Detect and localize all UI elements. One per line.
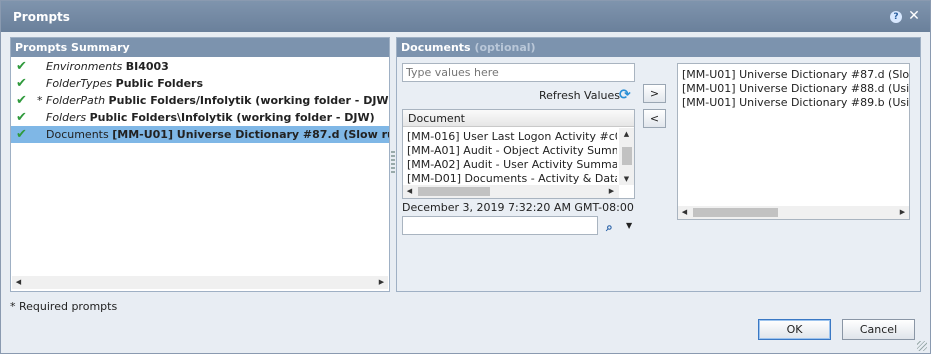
scroll-up-arrow-icon[interactable]: ▲ xyxy=(619,128,634,140)
list-item[interactable]: [MM-A01] Audit - Object Activity Summary xyxy=(407,144,617,158)
scroll-right-arrow-icon[interactable]: ▶ xyxy=(375,276,388,289)
binoculars-icon[interactable]: ⌕ xyxy=(606,220,613,235)
documents-panel: Documents (optional) Refresh Values ⟳ Do… xyxy=(396,37,921,292)
cancel-button[interactable]: Cancel xyxy=(842,319,915,340)
summary-row-label: Documents xyxy=(46,128,109,141)
dialog-title: Prompts xyxy=(13,10,70,24)
summary-row-value: Public Folders xyxy=(115,77,204,90)
refresh-values-button[interactable]: Refresh Values ⟳ xyxy=(539,87,637,104)
check-icon: ✔ xyxy=(16,110,27,125)
summary-row-label: FolderPath xyxy=(46,94,106,107)
summary-row-foldertypes[interactable]: ✔ FolderTypes Public Folders xyxy=(11,75,389,92)
scroll-right-arrow-icon[interactable]: ▶ xyxy=(605,185,618,198)
documents-title: Documents xyxy=(401,41,471,54)
list-item[interactable]: [MM-A02] Audit - User Activity Summary # xyxy=(407,158,617,172)
selected-horizontal-scrollbar[interactable]: ◀ ▶ xyxy=(678,206,909,219)
add-selection-button[interactable]: > xyxy=(643,84,666,103)
summary-row-documents[interactable]: ✔ Documents [MM-U01] Universe Dictionary… xyxy=(11,126,389,143)
scroll-left-arrow-icon[interactable]: ◀ xyxy=(12,276,25,289)
remove-selection-button[interactable]: < xyxy=(643,109,666,128)
summary-row-value: [MM-U01] Universe Dictionary #87.d (Slow… xyxy=(112,128,389,141)
refresh-icon: ⟳ xyxy=(619,87,631,103)
document-column-header: Document xyxy=(403,110,634,127)
required-mark: * xyxy=(37,94,43,107)
scroll-thumb[interactable] xyxy=(418,187,490,196)
summary-horizontal-scrollbar[interactable]: ◀ ▶ xyxy=(12,276,388,289)
summary-row-label: Environments xyxy=(46,60,123,73)
resize-grip[interactable] xyxy=(917,341,927,351)
list-item[interactable]: [MM-U01] Universe Dictionary #87.d (Slow… xyxy=(682,68,909,82)
prompts-dialog: Prompts ? ✕ Prompts Summary ✔ Environmen… xyxy=(0,0,931,354)
summary-row-value: BI4003 xyxy=(125,60,169,73)
required-prompts-note: * Required prompts xyxy=(10,300,118,313)
summary-row-value: Public Folders/Infolytik (working folder… xyxy=(108,94,389,107)
scroll-left-arrow-icon[interactable]: ◀ xyxy=(403,185,416,198)
check-icon: ✔ xyxy=(16,76,27,91)
list-item[interactable]: [MM-D01] Documents - Activity & Datasour xyxy=(407,172,617,186)
available-documents-list[interactable]: Document [MM-016] User Last Logon Activi… xyxy=(402,109,635,199)
search-options-dropdown-icon[interactable]: ▼ xyxy=(626,221,632,230)
help-icon[interactable]: ? xyxy=(890,11,902,23)
list-item[interactable]: [MM-016] User Last Logon Activity #c02 xyxy=(407,130,617,144)
scroll-down-arrow-icon[interactable]: ▼ xyxy=(619,173,634,185)
prompts-summary-panel: Prompts Summary ✔ Environments BI4003 ✔ … xyxy=(10,37,390,292)
scroll-right-arrow-icon[interactable]: ▶ xyxy=(896,206,909,219)
list-item[interactable]: [MM-U01] Universe Dictionary #89.b (Usin… xyxy=(682,96,909,110)
summary-row-value: Public Folders\Infolytik (working folder… xyxy=(89,111,375,124)
panel-splitter[interactable] xyxy=(391,151,395,173)
check-icon: ✔ xyxy=(16,59,27,74)
ok-button[interactable]: OK xyxy=(758,319,831,340)
documents-header: Documents (optional) xyxy=(397,38,920,57)
optional-label: (optional) xyxy=(474,41,536,54)
last-refresh-date: December 3, 2019 7:32:20 AM GMT-08:00 xyxy=(402,201,634,214)
summary-row-label: Folders xyxy=(46,111,87,124)
list-item[interactable]: [MM-U01] Universe Dictionary #88.d (Usin… xyxy=(682,82,909,96)
title-bar: Prompts ? ✕ xyxy=(1,1,930,32)
check-icon: ✔ xyxy=(16,93,27,108)
list-vertical-scrollbar[interactable]: ▲ ▼ xyxy=(619,128,634,185)
check-icon: ✔ xyxy=(16,127,27,142)
close-icon[interactable]: ✕ xyxy=(907,8,921,24)
scroll-thumb[interactable] xyxy=(693,208,778,217)
selected-documents-list[interactable]: [MM-U01] Universe Dictionary #87.d (Slow… xyxy=(677,63,910,220)
prompts-summary-header: Prompts Summary xyxy=(11,38,389,57)
refresh-values-label: Refresh Values xyxy=(539,89,620,102)
summary-row-folderpath[interactable]: ✔ * FolderPath Public Folders/Infolytik … xyxy=(11,92,389,109)
type-values-input[interactable] xyxy=(402,63,635,82)
summary-row-environments[interactable]: ✔ Environments BI4003 xyxy=(11,58,389,75)
list-horizontal-scrollbar[interactable]: ◀ ▶ xyxy=(403,185,619,198)
summary-row-label: FolderTypes xyxy=(46,77,113,90)
search-input[interactable] xyxy=(402,216,598,235)
summary-row-folders[interactable]: ✔ Folders Public Folders\Infolytik (work… xyxy=(11,109,389,126)
scroll-thumb[interactable] xyxy=(622,147,632,165)
scroll-left-arrow-icon[interactable]: ◀ xyxy=(678,206,691,219)
